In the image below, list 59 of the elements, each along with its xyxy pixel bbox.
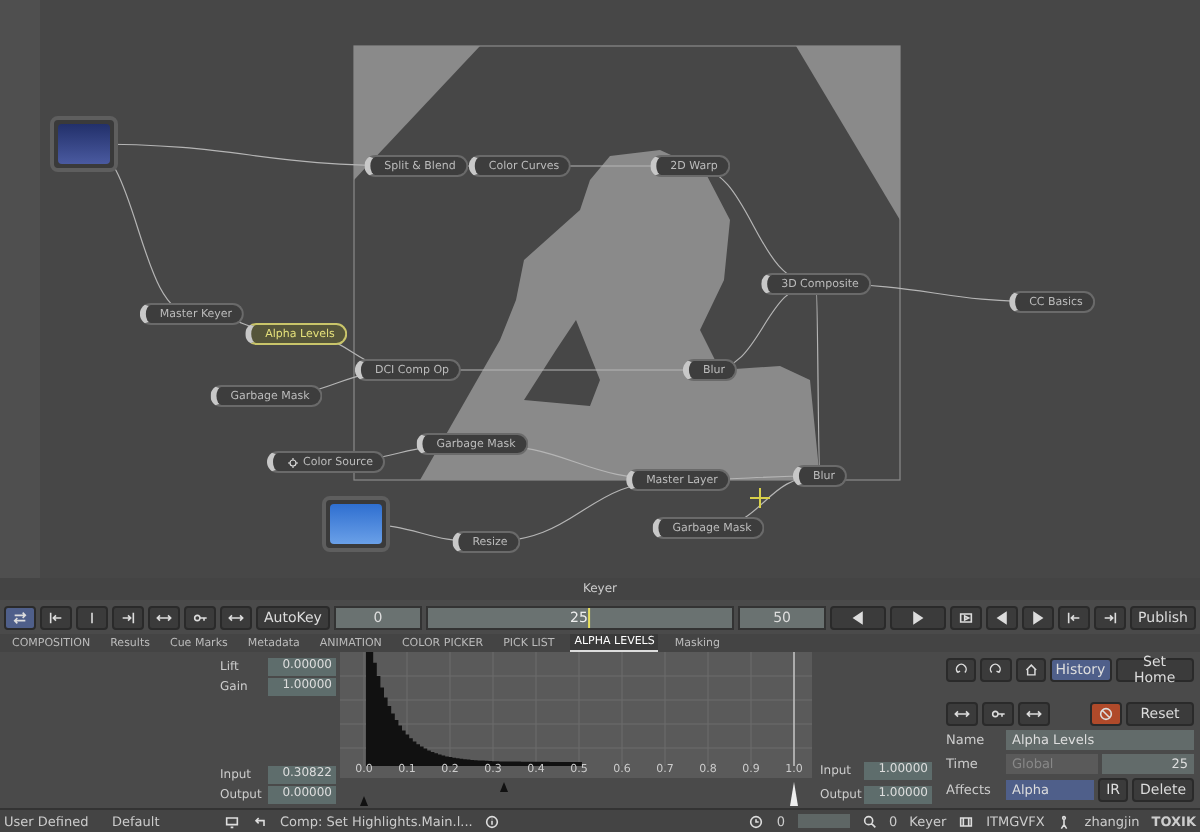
matte-corner (354, 46, 480, 180)
step-back-icon (994, 609, 1011, 626)
key-icon (192, 609, 208, 626)
monitor-icon[interactable] (224, 813, 240, 830)
arrows-icon (954, 706, 970, 723)
skip-end-button[interactable] (1094, 605, 1127, 630)
key-button[interactable] (184, 605, 216, 630)
arrows-button[interactable] (220, 605, 252, 630)
key-button[interactable] (76, 605, 108, 630)
first-frame-button[interactable] (40, 605, 72, 630)
home-button[interactable] (1015, 658, 1046, 683)
clip-node[interactable] (322, 496, 390, 552)
preview-button[interactable] (950, 605, 983, 630)
arrows-icon (228, 609, 244, 626)
step-forward-icon (1030, 609, 1047, 626)
step-back-button[interactable] (986, 605, 1019, 630)
undo-button[interactable] (946, 658, 977, 683)
clock-icon (748, 813, 765, 830)
clip-node[interactable] (50, 116, 118, 172)
arrows-button[interactable] (1018, 702, 1050, 727)
play-button[interactable] (890, 605, 947, 630)
skip-start-icon (1066, 609, 1083, 626)
arrows-icon (156, 609, 172, 626)
search-icon (861, 813, 878, 830)
key-icon (990, 706, 1006, 723)
progress-field (797, 814, 850, 829)
last-frame-icon (120, 609, 136, 626)
home-icon (1023, 662, 1038, 679)
undo-icon (954, 662, 969, 679)
play-reverse-icon (850, 609, 867, 626)
gear-icon (287, 456, 299, 468)
disable-button[interactable] (1090, 702, 1122, 727)
info-icon[interactable] (484, 813, 501, 830)
marker-icon[interactable] (360, 796, 368, 807)
preview-icon (958, 609, 975, 626)
skip-start-button[interactable] (1058, 605, 1091, 630)
thumbnail-placeholder (58, 124, 110, 164)
film-icon (958, 813, 975, 830)
thumbnail-placeholder (330, 504, 382, 544)
return-icon[interactable] (252, 813, 268, 830)
ban-icon (1098, 706, 1114, 723)
redo-icon (988, 662, 1004, 679)
skip-end-icon (1102, 609, 1119, 626)
arrows-icon (1026, 706, 1042, 723)
arrows-button[interactable] (946, 702, 978, 727)
marker-icon[interactable] (500, 782, 508, 793)
redo-button[interactable] (980, 658, 1012, 683)
play-icon (910, 609, 927, 626)
step-forward-button[interactable] (1022, 605, 1055, 630)
play-reverse-button[interactable] (830, 605, 887, 630)
link-button[interactable] (4, 605, 36, 630)
crosshair-icon (749, 487, 771, 509)
person-icon (1056, 813, 1073, 830)
arrows-button[interactable] (148, 605, 180, 630)
first-frame-icon (48, 609, 64, 626)
key-button[interactable] (982, 702, 1014, 727)
swap-icon (12, 609, 28, 626)
last-frame-button[interactable] (112, 605, 144, 630)
marker-icon[interactable] (790, 782, 798, 807)
